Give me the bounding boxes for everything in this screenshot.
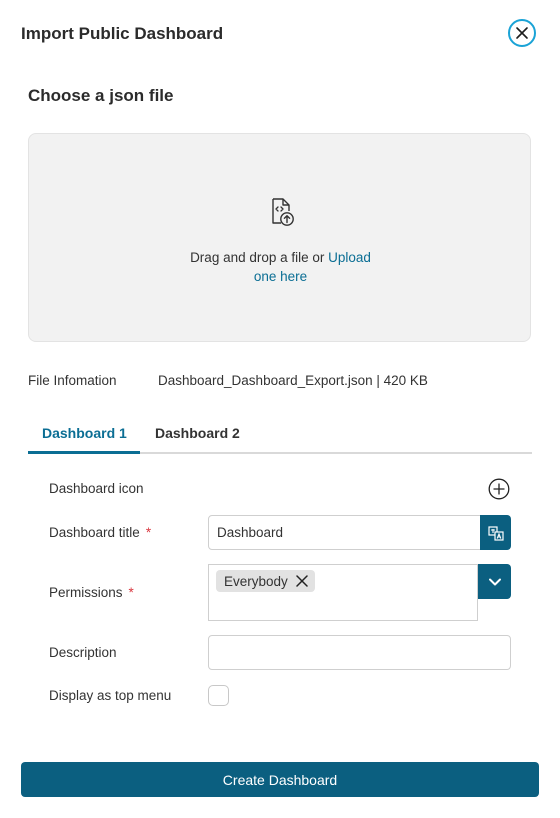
permissions-dropdown-button[interactable]: [478, 564, 511, 599]
active-tab-indicator: [28, 451, 140, 454]
remove-permission-button[interactable]: [295, 574, 309, 588]
permissions-label-text: Permissions: [49, 585, 123, 600]
dashboard-title-label-text: Dashboard title: [49, 525, 140, 540]
tab-dashboard-2[interactable]: Dashboard 2: [155, 425, 240, 441]
chevron-down-icon: [488, 578, 501, 585]
dashboard-icon-label: Dashboard icon: [49, 481, 144, 496]
close-button[interactable]: [508, 19, 536, 47]
file-info-value: Dashboard_Dashboard_Export.json | 420 KB: [158, 373, 428, 388]
close-icon: [296, 575, 308, 587]
tab-dashboard-1[interactable]: Dashboard 1: [42, 425, 127, 441]
translate-icon: [487, 525, 504, 541]
dashboard-tabs: Dashboard 1 Dashboard 2: [28, 414, 532, 454]
permission-chip-label: Everybody: [224, 573, 288, 589]
top-menu-label: Display as top menu: [49, 688, 172, 703]
dashboard-title-label: Dashboard title *: [49, 525, 151, 540]
dashboard-title-input[interactable]: [208, 515, 481, 550]
close-icon: [516, 27, 528, 39]
add-circle-icon[interactable]: [488, 478, 510, 500]
description-input[interactable]: [208, 635, 511, 670]
required-marker: *: [128, 585, 134, 600]
description-label: Description: [49, 645, 117, 660]
translate-button[interactable]: [480, 515, 511, 550]
import-dashboard-dialog: Import Public Dashboard Choose a json fi…: [0, 0, 560, 818]
required-marker: *: [145, 525, 152, 540]
permissions-label: Permissions *: [49, 585, 134, 600]
permission-chip: Everybody: [216, 570, 315, 592]
dropzone-instructions: Drag and drop a file or Upload one here: [179, 248, 382, 286]
top-menu-checkbox[interactable]: [208, 685, 229, 706]
file-info-label: File Infomation: [28, 373, 117, 388]
upload-section-title: Choose a json file: [28, 86, 174, 105]
file-dropzone[interactable]: Drag and drop a file or Upload one here: [28, 133, 531, 342]
create-dashboard-button[interactable]: Create Dashboard: [21, 762, 539, 797]
permissions-select[interactable]: Everybody: [208, 564, 478, 621]
file-code-upload-icon: [272, 198, 294, 226]
dialog-title: Import Public Dashboard: [21, 24, 224, 43]
dropzone-text: Drag and drop a file or: [190, 250, 325, 265]
